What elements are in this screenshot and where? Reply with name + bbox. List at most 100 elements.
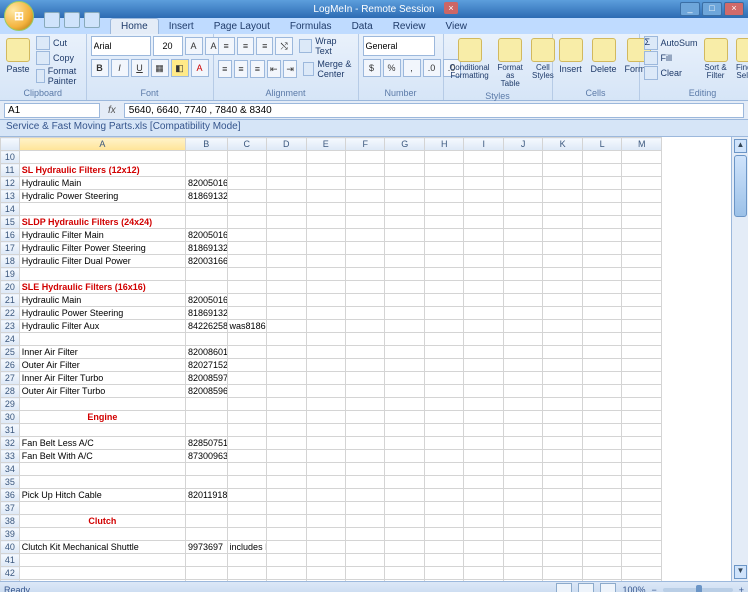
row-header[interactable]: 15 bbox=[1, 216, 20, 229]
row-header[interactable]: 33 bbox=[1, 450, 20, 463]
tab-home[interactable]: Home bbox=[110, 18, 159, 34]
cell[interactable] bbox=[582, 567, 621, 580]
cell[interactable] bbox=[503, 242, 542, 255]
cell[interactable]: was81863799 bbox=[227, 320, 266, 333]
cell[interactable] bbox=[19, 424, 185, 437]
cell[interactable] bbox=[19, 580, 185, 582]
cell[interactable] bbox=[346, 398, 385, 411]
cell[interactable] bbox=[227, 268, 266, 281]
cell[interactable] bbox=[424, 177, 463, 190]
cell[interactable] bbox=[503, 229, 542, 242]
cell[interactable] bbox=[306, 580, 345, 582]
cell[interactable] bbox=[582, 229, 621, 242]
cell[interactable] bbox=[424, 554, 463, 567]
cell[interactable] bbox=[227, 580, 266, 582]
row-header[interactable]: 12 bbox=[1, 177, 20, 190]
cell[interactable] bbox=[622, 242, 662, 255]
column-header-M[interactable]: M bbox=[622, 138, 662, 151]
cell[interactable] bbox=[267, 268, 306, 281]
cell[interactable]: 82008601 bbox=[185, 346, 227, 359]
row-header[interactable]: 22 bbox=[1, 307, 20, 320]
cell[interactable] bbox=[346, 203, 385, 216]
cell[interactable] bbox=[306, 450, 345, 463]
cell[interactable] bbox=[185, 567, 227, 580]
cell[interactable] bbox=[267, 346, 306, 359]
align-middle-button[interactable]: ≡ bbox=[237, 37, 254, 55]
cell[interactable] bbox=[543, 346, 582, 359]
cell[interactable] bbox=[385, 346, 424, 359]
cell[interactable] bbox=[424, 268, 463, 281]
zoom-out-button[interactable]: − bbox=[651, 585, 656, 592]
cell[interactable] bbox=[306, 476, 345, 489]
cell[interactable] bbox=[464, 359, 503, 372]
cell[interactable] bbox=[424, 190, 463, 203]
cell[interactable] bbox=[267, 450, 306, 463]
cell[interactable] bbox=[424, 203, 463, 216]
cell[interactable] bbox=[582, 385, 621, 398]
cell[interactable] bbox=[267, 398, 306, 411]
cell[interactable] bbox=[385, 424, 424, 437]
cell[interactable] bbox=[227, 489, 266, 502]
cell[interactable] bbox=[543, 385, 582, 398]
formula-input[interactable]: 5640, 6640, 7740 , 7840 & 8340 bbox=[124, 103, 744, 118]
cell[interactable]: 82008596 bbox=[185, 385, 227, 398]
align-bottom-button[interactable]: ≡ bbox=[256, 37, 273, 55]
cell[interactable] bbox=[503, 476, 542, 489]
cell[interactable] bbox=[464, 385, 503, 398]
cell[interactable] bbox=[464, 372, 503, 385]
cell[interactable] bbox=[306, 242, 345, 255]
cell[interactable] bbox=[543, 528, 582, 541]
cell[interactable] bbox=[385, 502, 424, 515]
cell[interactable] bbox=[582, 398, 621, 411]
cell[interactable] bbox=[185, 515, 227, 528]
cell[interactable] bbox=[464, 151, 503, 164]
office-button[interactable]: ⊞ bbox=[4, 1, 34, 31]
row-header[interactable]: 41 bbox=[1, 554, 20, 567]
cell[interactable] bbox=[582, 320, 621, 333]
cell[interactable] bbox=[227, 385, 266, 398]
inc-decimal-button[interactable]: .0 bbox=[423, 59, 441, 77]
cell[interactable] bbox=[19, 476, 185, 489]
scroll-up-arrow[interactable]: ▲ bbox=[734, 139, 747, 153]
cell[interactable] bbox=[503, 333, 542, 346]
cell[interactable] bbox=[19, 554, 185, 567]
cell[interactable] bbox=[424, 294, 463, 307]
cell[interactable] bbox=[267, 151, 306, 164]
cell[interactable] bbox=[346, 177, 385, 190]
cell[interactable] bbox=[464, 541, 503, 554]
cell[interactable] bbox=[503, 502, 542, 515]
cell[interactable] bbox=[227, 203, 266, 216]
cell[interactable] bbox=[346, 281, 385, 294]
cell[interactable] bbox=[346, 463, 385, 476]
cell[interactable] bbox=[503, 424, 542, 437]
fx-icon[interactable]: fx bbox=[102, 105, 122, 116]
cell[interactable] bbox=[346, 372, 385, 385]
cell[interactable] bbox=[306, 489, 345, 502]
row-header[interactable]: 11 bbox=[1, 164, 20, 177]
cell[interactable] bbox=[582, 528, 621, 541]
cell[interactable] bbox=[227, 242, 266, 255]
cell[interactable] bbox=[503, 190, 542, 203]
cell[interactable] bbox=[622, 411, 662, 424]
cell[interactable] bbox=[346, 450, 385, 463]
cell[interactable]: Hydraulic Filter Aux bbox=[19, 320, 185, 333]
cell[interactable] bbox=[227, 333, 266, 346]
cell[interactable] bbox=[227, 567, 266, 580]
view-page-break-button[interactable] bbox=[600, 583, 616, 592]
cell[interactable] bbox=[385, 359, 424, 372]
sheet-grid[interactable]: ABCDEFGHIJKLM 1011SL Hydraulic Filters (… bbox=[0, 137, 731, 581]
cell[interactable] bbox=[227, 255, 266, 268]
cell[interactable] bbox=[424, 580, 463, 582]
zoom-slider[interactable] bbox=[663, 588, 733, 592]
cell[interactable] bbox=[464, 437, 503, 450]
cell[interactable] bbox=[385, 580, 424, 582]
cell[interactable] bbox=[19, 502, 185, 515]
cell[interactable] bbox=[622, 385, 662, 398]
bold-button[interactable]: B bbox=[91, 59, 109, 77]
cell[interactable] bbox=[464, 554, 503, 567]
cell[interactable] bbox=[227, 307, 266, 320]
cell[interactable] bbox=[582, 268, 621, 281]
cell[interactable] bbox=[543, 268, 582, 281]
cell[interactable]: Fan Belt Less A/C bbox=[19, 437, 185, 450]
cell[interactable] bbox=[464, 398, 503, 411]
